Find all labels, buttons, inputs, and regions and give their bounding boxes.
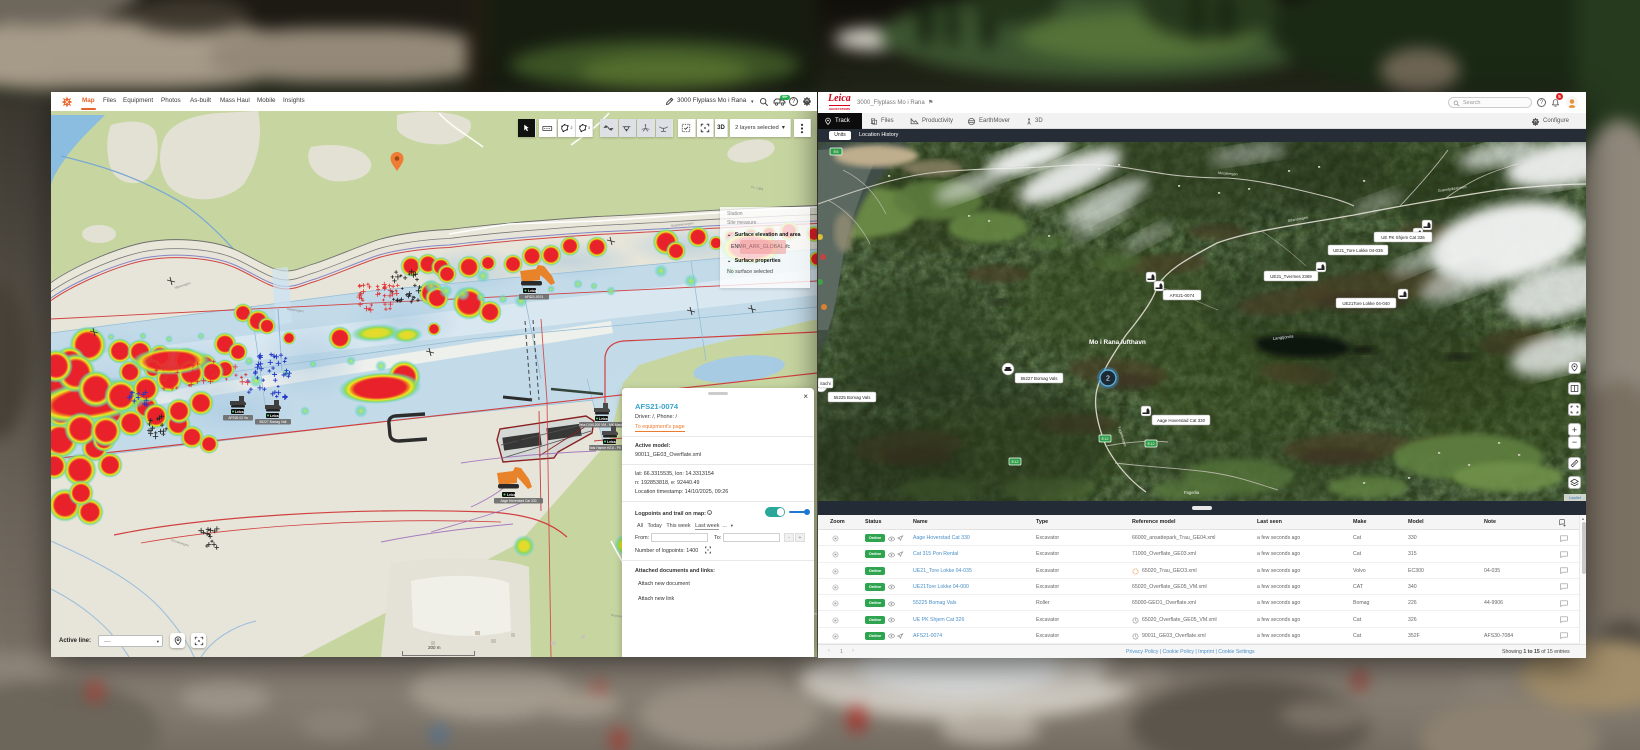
svg-text:Leica: Leica xyxy=(528,289,537,293)
svg-text:UE21_Tore Lokke 04-035: UE21_Tore Lokke 04-035 xyxy=(1333,248,1383,253)
svg-text:itachi: itachi xyxy=(820,381,830,386)
svg-text:Leica: Leica xyxy=(270,414,279,418)
svg-text:Vera DX#1200 VM - MK Maskin: Vera DX#1200 VM - MK Maskin xyxy=(579,423,626,427)
svg-text:55225 Bomag Vals: 55225 Bomag Vals xyxy=(834,395,872,400)
svg-text:Leica: Leica xyxy=(235,410,244,414)
svg-text:Leica: Leica xyxy=(599,417,608,421)
svg-text:E12: E12 xyxy=(1147,441,1155,446)
svg-text:Aage Hoverstad Cat 330: Aage Hoverstad Cat 330 xyxy=(500,499,536,503)
svg-text:55227 Bomag Vals: 55227 Bomag Vals xyxy=(1021,376,1059,381)
svg-text:AFS21-0074: AFS21-0074 xyxy=(525,295,544,299)
svg-text:Aage Hoverstad Cat 330: Aage Hoverstad Cat 330 xyxy=(1157,418,1206,423)
svg-text:UE21Tore Lokke 04-040: UE21Tore Lokke 04-040 xyxy=(1342,301,1390,306)
svg-text:Leica: Leica xyxy=(507,493,516,497)
svg-text:AFS26 02 Va: AFS26 02 Va xyxy=(228,416,248,420)
svg-text:E12: E12 xyxy=(1011,459,1019,464)
svg-text:Mo i Rana lufthavn: Mo i Rana lufthavn xyxy=(1089,339,1146,346)
svg-text:E12: E12 xyxy=(1101,436,1109,441)
svg-text:UE21_Tvermes 2369: UE21_Tvermes 2369 xyxy=(1270,274,1312,279)
svg-text:Leica: Leica xyxy=(607,440,616,444)
svg-text:55227 Bomag Valt: 55227 Bomag Valt xyxy=(260,420,287,424)
svg-text:UE PK Shjem Cat 326: UE PK Shjem Cat 326 xyxy=(1381,235,1425,240)
svg-text:AFS21-0074: AFS21-0074 xyxy=(1170,293,1195,298)
svg-text:E6: E6 xyxy=(834,149,840,154)
svg-text:Fagerlia: Fagerlia xyxy=(1184,490,1200,495)
svg-text:2: 2 xyxy=(1106,376,1110,383)
